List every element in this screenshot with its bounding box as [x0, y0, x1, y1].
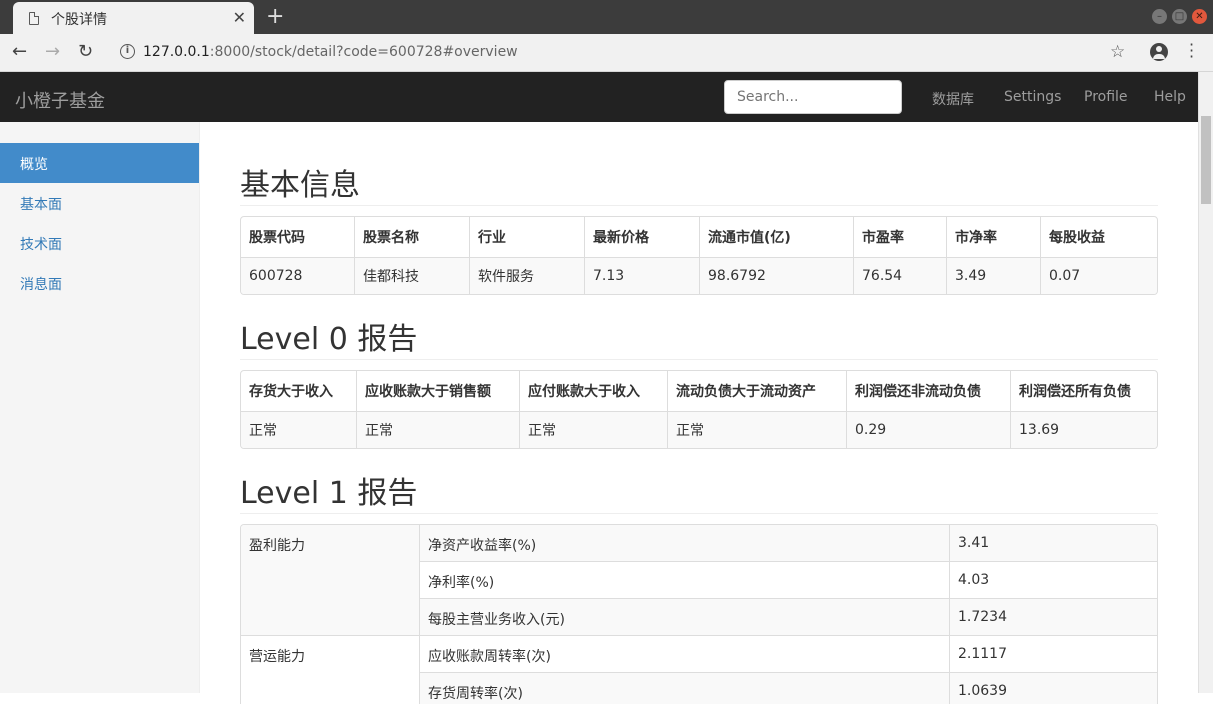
maximize-icon[interactable]: □: [1172, 9, 1187, 24]
url-path: :8000/stock/detail?code=600728#overview: [209, 44, 518, 60]
url-host: 127.0.0.1: [143, 44, 210, 60]
table-header-row: 存货大于收入 应收账款大于销售额 应付账款大于收入 流动负债大于流动资产 利润偿…: [241, 371, 1157, 411]
table-cell: 佳都科技: [354, 258, 469, 294]
table-cell: 软件服务: [469, 258, 584, 294]
sidebar-item-overview[interactable]: 概览: [0, 143, 199, 183]
menu-dots-icon[interactable]: · · ·: [1189, 37, 1194, 65]
table-header: 行业: [469, 217, 584, 257]
table-header: 利润偿还所有负债: [1010, 371, 1157, 411]
nav-link-profile[interactable]: Profile: [1084, 89, 1128, 105]
table-header: 应付账款大于收入: [519, 371, 667, 411]
address-bar: ← → ↻ i 127.0.0.1:8000/stock/detail?code…: [0, 34, 1213, 72]
table-cell: 76.54: [853, 258, 946, 294]
basic-info-table: 股票代码 股票名称 行业 最新价格 流通市值(亿) 市盈率 市净率 每股收益 6…: [240, 216, 1158, 295]
table-cell: 正常: [249, 423, 277, 439]
divider: [240, 359, 1158, 360]
document-icon: [29, 12, 39, 25]
metric-value: 2.1117: [949, 636, 1015, 672]
metric-label: 净利率(%): [428, 575, 495, 591]
metric-label: 净资产收益率(%): [428, 538, 537, 554]
browser-tab[interactable]: 个股详情 ✕: [13, 2, 254, 34]
new-tab-icon[interactable]: +: [266, 4, 284, 29]
metric-value: 1.7234: [949, 599, 1015, 635]
table-cell: 正常: [667, 412, 846, 448]
table-cell: 7.13: [584, 258, 699, 294]
table-row: 应收账款周转率(次) 2.1117: [420, 635, 1157, 672]
table-row: 净资产收益率(%) 3.41: [420, 525, 1157, 561]
brand-logo[interactable]: 小橙子基金: [15, 87, 105, 113]
metric-value: 1.0639: [949, 673, 1015, 704]
table-header-row: 股票代码 股票名称 行业 最新价格 流通市值(亿) 市盈率 市净率 每股收益: [241, 217, 1157, 257]
tab-title: 个股详情: [51, 12, 107, 28]
sidebar-item-technicals[interactable]: 技术面: [0, 223, 199, 263]
metric-label: 应收账款周转率(次): [428, 649, 551, 665]
close-tab-icon[interactable]: ✕: [233, 8, 246, 27]
table-cell: 0.29: [846, 412, 1010, 448]
info-icon[interactable]: i: [120, 44, 135, 59]
reload-icon[interactable]: ↻: [78, 41, 93, 62]
table-header: 存货大于收入: [249, 384, 333, 400]
table-header: 股票代码: [249, 230, 305, 246]
url-field[interactable]: i 127.0.0.1:8000/stock/detail?code=60072…: [112, 38, 1137, 67]
metric-value: 3.41: [949, 525, 997, 561]
page-scrollbar[interactable]: [1198, 72, 1213, 693]
metric-value: 4.03: [949, 562, 997, 598]
level0-table: 存货大于收入 应收账款大于销售额 应付账款大于收入 流动负债大于流动资产 利润偿…: [240, 370, 1158, 449]
table-header: 流动负债大于流动资产: [667, 371, 846, 411]
table-header: 利润偿还非流动负债: [846, 371, 1010, 411]
table-cell: 正常: [519, 412, 667, 448]
nav-link-help[interactable]: Help: [1154, 89, 1186, 105]
table-row: 600728 佳都科技 软件服务 7.13 98.6792 76.54 3.49…: [241, 257, 1157, 294]
table-header: 市盈率: [853, 217, 946, 257]
table-header: 最新价格: [584, 217, 699, 257]
account-icon[interactable]: [1150, 43, 1168, 61]
table-row: 净利率(%) 4.03: [420, 561, 1157, 598]
sidebar-item-fundamentals[interactable]: 基本面: [0, 183, 199, 223]
table-cell: 0.07: [1040, 258, 1157, 294]
section-title-level1: Level 1 报告: [240, 476, 418, 511]
group-label-operations: 营运能力: [241, 635, 420, 704]
table-header: 应收账款大于销售额: [356, 371, 519, 411]
section-title-basic: 基本信息: [240, 168, 360, 203]
sidebar-item-news[interactable]: 消息面: [0, 263, 199, 303]
back-icon[interactable]: ←: [12, 41, 27, 62]
table-header: 每股收益: [1040, 217, 1157, 257]
table-cell: 3.49: [946, 258, 1040, 294]
metric-label: 每股主营业务收入(元): [428, 612, 565, 628]
section-title-level0: Level 0 报告: [240, 322, 418, 357]
table-row: 每股主营业务收入(元) 1.7234: [420, 598, 1157, 635]
nav-link-database[interactable]: 数据库: [932, 89, 974, 109]
close-window-icon[interactable]: ✕: [1192, 9, 1207, 24]
table-header: 流通市值(亿): [699, 217, 853, 257]
metric-label: 存货周转率(次): [428, 686, 523, 702]
table-cell: 正常: [356, 412, 519, 448]
sidebar: 概览 基本面 技术面 消息面: [0, 122, 200, 693]
table-cell: 98.6792: [699, 258, 853, 294]
bookmark-star-icon[interactable]: ☆: [1110, 42, 1125, 62]
divider: [240, 205, 1158, 206]
table-cell: 13.69: [1010, 412, 1157, 448]
table-row: 正常 正常 正常 正常 0.29 13.69: [241, 411, 1157, 448]
level1-table: 盈利能力 净资产收益率(%) 3.41 净利率(%) 4.03 每股主营业务收入…: [240, 524, 1158, 704]
table-header: 股票名称: [354, 217, 469, 257]
table-header: 市净率: [946, 217, 1040, 257]
table-cell: 600728: [249, 268, 303, 284]
minimize-icon[interactable]: –: [1152, 9, 1167, 24]
divider: [240, 513, 1158, 514]
table-row: 存货周转率(次) 1.0639: [420, 672, 1157, 704]
search-input[interactable]: [724, 80, 902, 114]
scrollbar-thumb[interactable]: [1201, 116, 1211, 204]
forward-icon[interactable]: →: [45, 41, 60, 62]
group-label-profitability: 盈利能力: [241, 525, 420, 636]
top-navbar: 小橙子基金 数据库 Settings Profile Help: [0, 72, 1198, 122]
nav-link-settings[interactable]: Settings: [1004, 89, 1061, 105]
browser-tab-bar: 个股详情 ✕ + – □ ✕: [0, 0, 1213, 34]
